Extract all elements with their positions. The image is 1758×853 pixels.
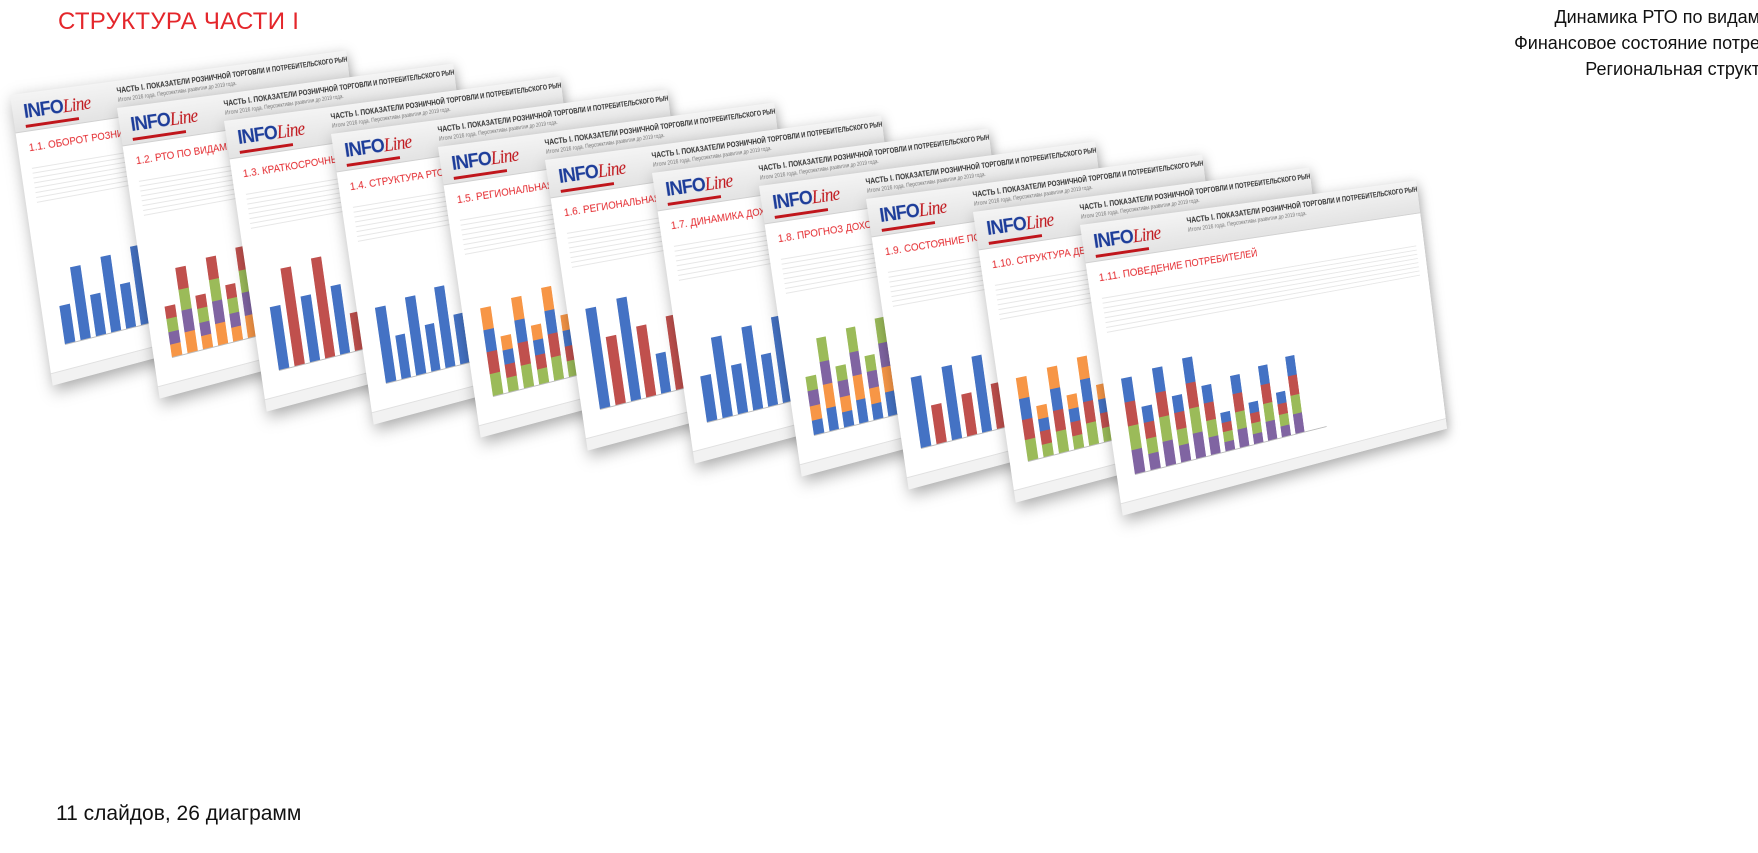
- slides-count-caption: 11 слайдов, 26 диаграмм: [56, 802, 302, 825]
- slide-chart-bar: [90, 292, 107, 337]
- slide-chart-bar: [700, 374, 718, 423]
- slide-chart-bar: [374, 305, 396, 384]
- slide-chart-bar: [225, 283, 244, 342]
- slides-fan: INFOLine ЧАСТЬ I. ПОКАЗАТЕЛИ РОЗНИЧНОЙ ТО…: [0, 0, 1758, 853]
- slide-text-block: [1101, 242, 1420, 333]
- slide-chart-bar: [1036, 403, 1054, 458]
- slide-chart-bar: [424, 322, 441, 372]
- slide-thumbnail: INFOLine ЧАСТЬ I. ПОКАЗАТЕЛИ РОЗНИЧНОЙ ТО…: [1080, 180, 1448, 516]
- slide-chart-bar: [1120, 376, 1146, 475]
- slide-chart-bar: [59, 303, 76, 345]
- slide-chart-bar: [585, 306, 611, 410]
- slide-chart-bar: [930, 403, 947, 445]
- slide-chart-bar: [805, 374, 824, 436]
- slide-chart-bar: [195, 293, 214, 350]
- slide-chart-bar: [500, 334, 519, 393]
- slide-chart-bar: [1275, 390, 1291, 438]
- slide-chart-bar: [1066, 393, 1085, 450]
- slide-chart-bar: [119, 282, 137, 329]
- slide-chart-bar: [1248, 400, 1264, 445]
- slide-chart-bar: [1015, 375, 1039, 462]
- slide-chart-bar: [961, 392, 978, 437]
- slide-chart-bar: [394, 333, 412, 380]
- slide-chart-bar: [164, 304, 183, 358]
- slide-chart-bar: [480, 306, 504, 397]
- slide-chart-bar: [910, 375, 932, 449]
- slide-chart-bar: [1220, 410, 1236, 452]
- slide-chart-bar: [730, 363, 749, 415]
- slide-chart: [1118, 321, 1327, 476]
- slide-chart-bar: [760, 352, 779, 407]
- slide-chart-bar: [655, 351, 672, 394]
